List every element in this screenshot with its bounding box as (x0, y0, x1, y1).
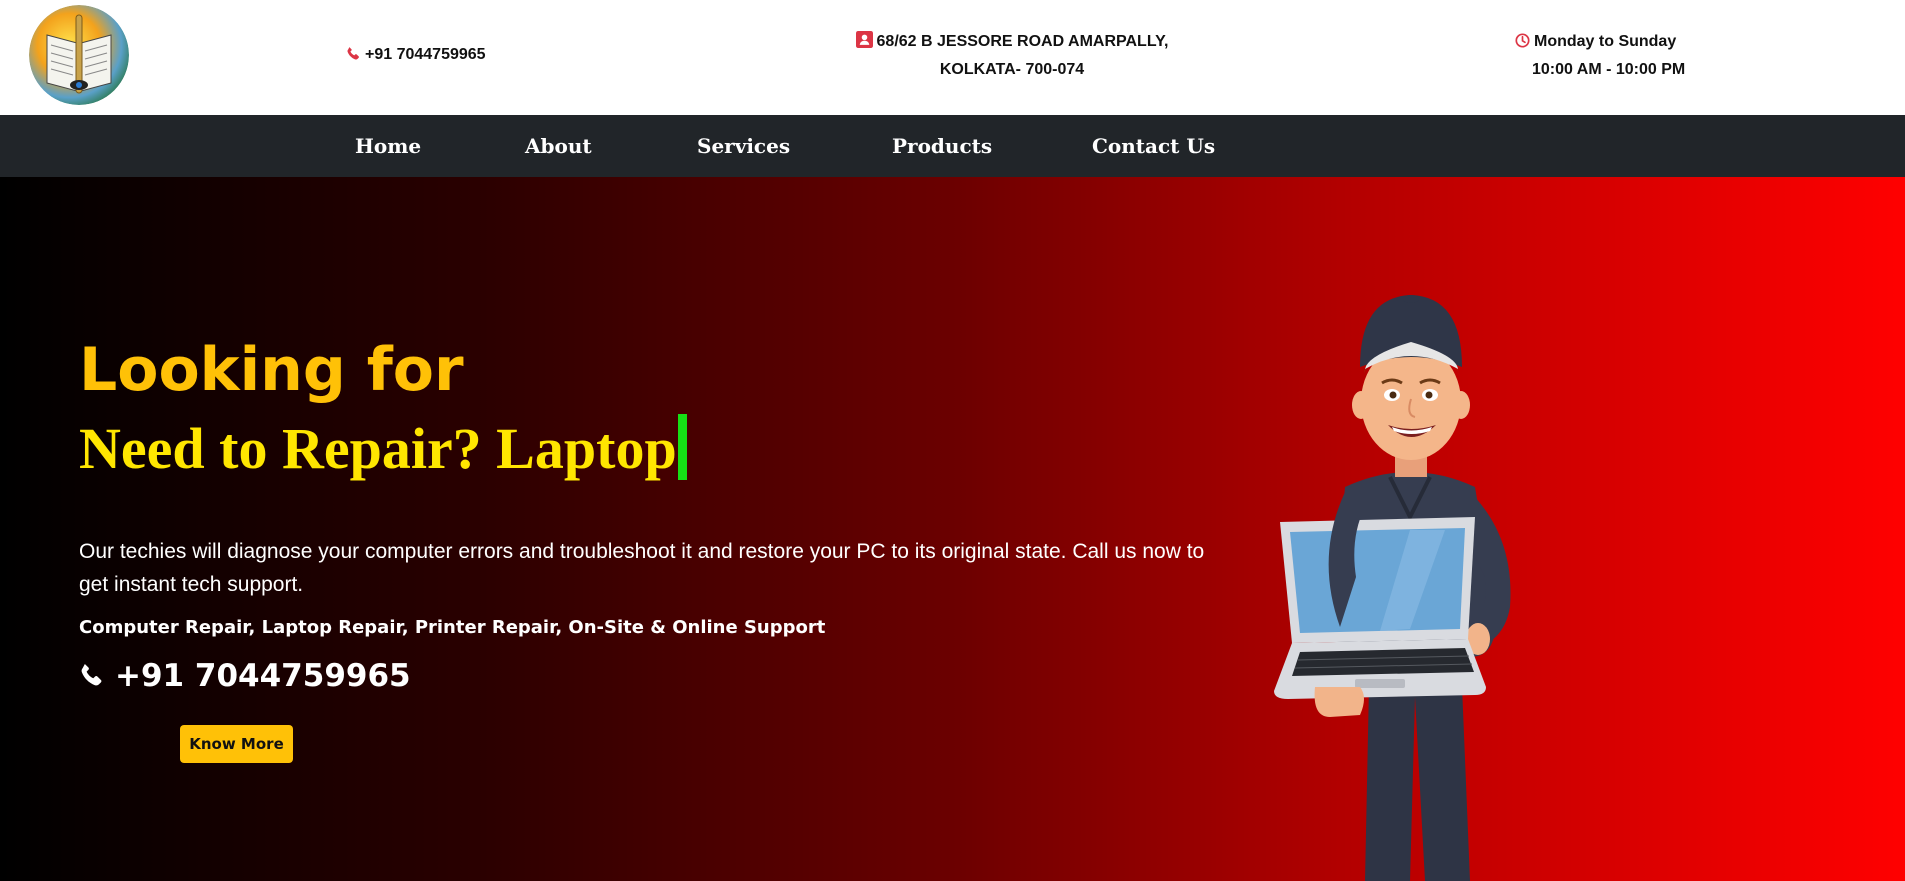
hero-description: Our techies will diagnose your computer … (79, 540, 1205, 596)
nav-home[interactable]: Home (355, 115, 421, 177)
hero-services: Computer Repair, Laptop Repair, Printer … (79, 617, 826, 638)
header-phone-text: +91 7044759965 (365, 46, 486, 63)
header-phone[interactable]: +91 7044759965 (346, 42, 486, 70)
hero-title: Looking for (79, 335, 464, 405)
technician-icon (1274, 295, 1511, 881)
nav-contact-us[interactable]: Contact Us (1092, 115, 1215, 177)
hero-subtitle-text: Need to Repair? Laptop (79, 416, 677, 481)
typing-caret (677, 414, 687, 480)
hero-phone-text: +91 7044759965 (115, 658, 411, 694)
hours-line2: 10:00 AM - 10:00 PM (1532, 61, 1686, 78)
hero-subtitle: Need to Repair? Laptop (79, 414, 687, 484)
hours-line1: Monday to Sunday (1534, 33, 1677, 50)
clock-icon (1515, 31, 1530, 57)
address-line1: 68/62 B JESSORE ROAD AMARPALLY, (876, 33, 1169, 50)
top-info-bar: +91 7044759965 68/62 B JESSORE ROAD AMAR… (0, 0, 1905, 115)
site-logo[interactable] (29, 5, 129, 105)
hero-phone[interactable]: +91 7044759965 (79, 655, 411, 697)
address-line2: KOLKATA- 700-074 (939, 61, 1085, 78)
main-nav: Home About Services Products Contact Us (0, 115, 1905, 177)
technician-with-laptop-illustration (1260, 277, 1560, 881)
nav-products[interactable]: Products (892, 115, 992, 177)
book-globe-logo-icon (29, 5, 129, 105)
phone-icon (81, 663, 102, 686)
know-more-button[interactable]: Know More (180, 725, 293, 763)
nav-about[interactable]: About (525, 115, 592, 177)
nav-services[interactable]: Services (697, 115, 790, 177)
hero-section: Looking for Need to Repair? Laptop Our t… (0, 177, 1905, 881)
header-address: 68/62 B JESSORE ROAD AMARPALLY, KOLKATA-… (852, 29, 1172, 83)
phone-icon (346, 44, 361, 70)
header-hours: Monday to Sunday 10:00 AM - 10:00 PM (1515, 29, 1725, 83)
address-contact-icon (855, 31, 873, 57)
